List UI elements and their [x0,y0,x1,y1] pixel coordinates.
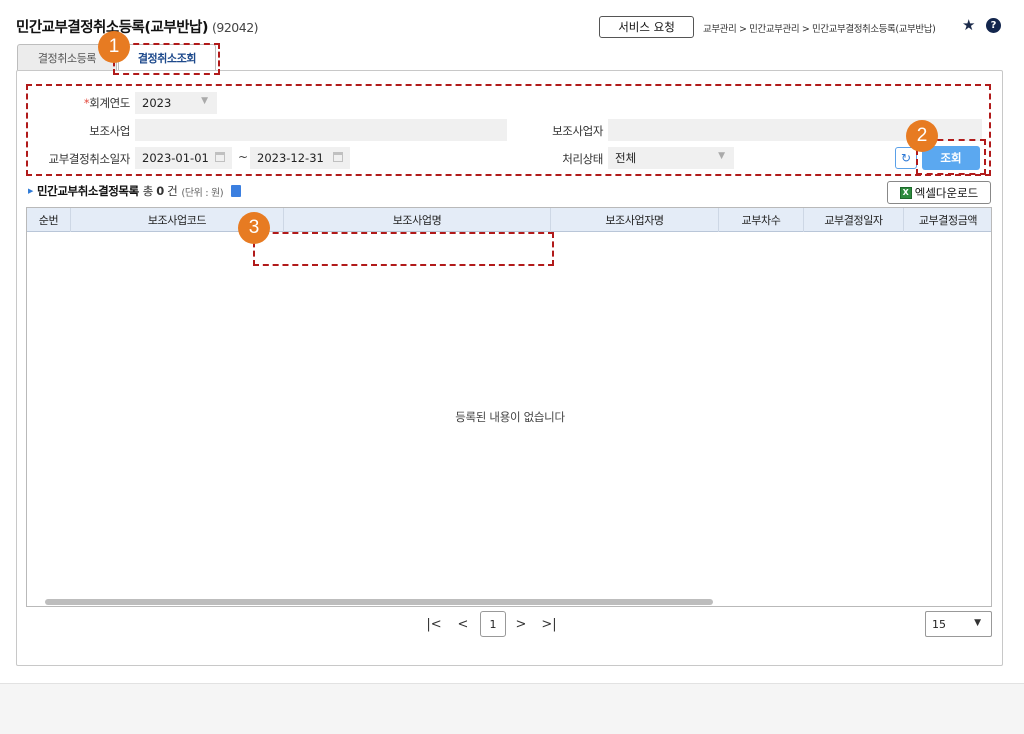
step-badge-2: 2 [906,120,938,152]
bullet-icon: ▶ [28,187,33,195]
step-badge-1: 1 [98,31,130,63]
page-size-select[interactable]: 15 ▼ [925,611,992,637]
column-header-project-name[interactable]: 보조사업명 [284,208,551,232]
breadcrumb: 교부관리 > 민간교부관리 > 민간교부결정취소등록(교부반납) [703,24,936,35]
excel-icon: X [899,186,912,199]
column-header-decision-date[interactable]: 교부결정일자 [804,208,904,232]
column-header-decision-amount[interactable]: 교부결정금액 [904,208,991,232]
list-title: ▶ 민간교부취소결정목록 총 0 건 (단위 : 원) [28,183,242,199]
unit-text: (단위 : 원) [181,187,224,199]
star-icon[interactable]: ★ [962,16,975,34]
excel-download-label: 엑셀다운로드 [914,185,979,200]
empty-message: 등록된 내용이 없습니다 [455,410,565,424]
excel-download-button[interactable]: X 엑셀다운로드 [887,181,991,204]
list-title-text: 민간교부취소결정목록 [36,184,139,198]
result-grid: 순번 보조사업코드 보조사업명 보조사업자명 교부차수 교부결정일자 교부결정금… [26,207,992,607]
column-header-round[interactable]: 교부차수 [719,208,804,232]
list-count: 총 0 건 [143,183,178,199]
page-size-value: 15 [932,617,946,631]
column-header-operator-name[interactable]: 보조사업자명 [551,208,719,232]
page-title: 민간교부결정취소등록(교부반납) (92042) [16,16,259,37]
callout-box-2 [26,84,991,176]
grid-header: 순번 보조사업코드 보조사업명 보조사업자명 교부차수 교부결정일자 교부결정금… [27,208,991,232]
document-icon[interactable] [231,185,242,197]
last-page-button[interactable]: >| [540,612,558,636]
next-page-button[interactable]: > [514,612,528,636]
callout-box-3 [253,232,554,266]
screen-code: (92042) [212,20,259,35]
count-value: 0 [156,184,164,198]
prev-page-button[interactable]: < [456,612,470,636]
current-page[interactable]: 1 [480,611,506,637]
bottom-bar [0,683,1024,734]
count-prefix: 총 [142,184,154,198]
service-request-button[interactable]: 서비스 요청 [599,16,694,38]
step-badge-3: 3 [238,212,270,244]
column-header-seq[interactable]: 순번 [27,208,71,232]
horizontal-scrollbar[interactable] [45,599,713,605]
first-page-button[interactable]: |< [426,612,442,636]
help-icon[interactable]: ? [986,18,1001,33]
count-suffix: 건 [167,184,178,198]
chevron-down-icon: ▼ [974,618,981,628]
